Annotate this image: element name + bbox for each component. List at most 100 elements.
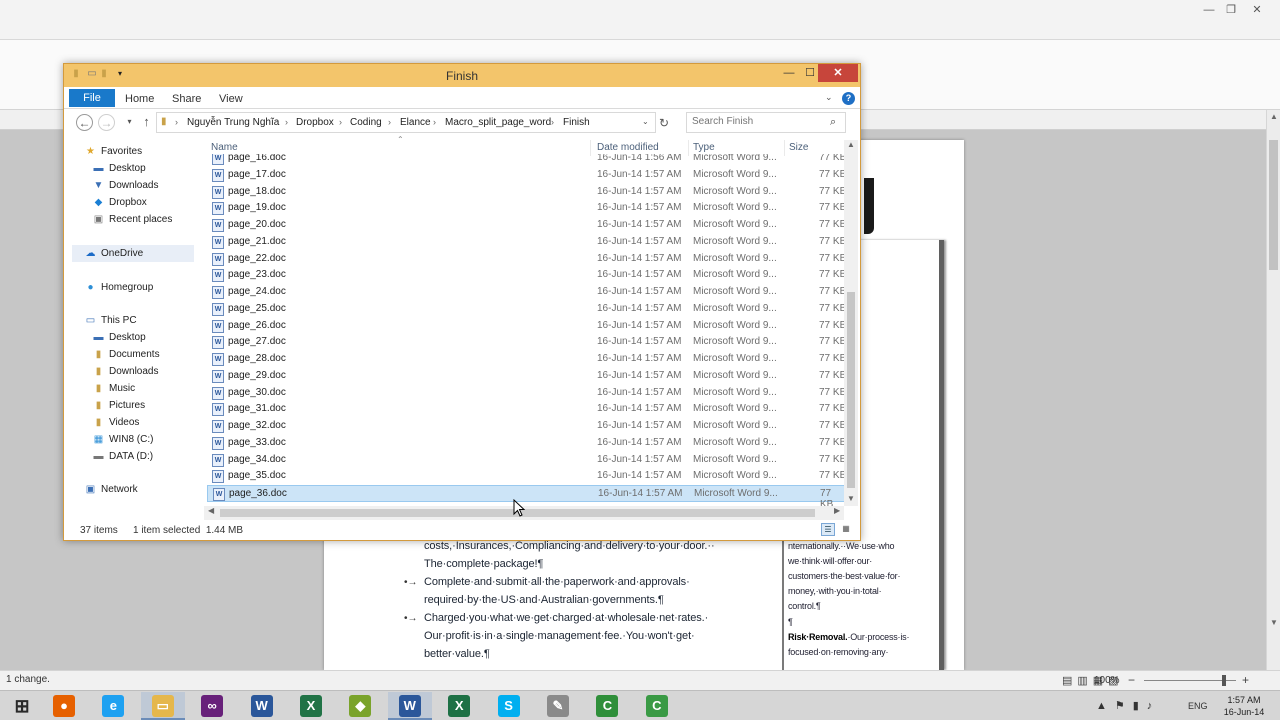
file-row[interactable]: Wpage_21.doc 16-Jun-14 1:57 AM Microsoft W… bbox=[207, 234, 847, 251]
refresh-icon[interactable]: ↻ bbox=[659, 116, 669, 130]
scroll-down-icon[interactable]: ▼ bbox=[1267, 618, 1280, 630]
taskbar-button-visual-studio[interactable]: ∞ bbox=[190, 692, 234, 720]
taskbar-button-camtasia[interactable]: C bbox=[585, 692, 629, 720]
word-restore-button[interactable]: ❐ bbox=[1220, 2, 1242, 18]
file-row[interactable]: Wpage_36.doc 16-Jun-14 1:57 AM Microsoft W… bbox=[207, 485, 847, 506]
address-dropdown-icon[interactable]: ⌄ bbox=[642, 117, 649, 126]
vertical-scroll-thumb[interactable] bbox=[847, 292, 855, 488]
zoom-slider-thumb[interactable] bbox=[1222, 675, 1226, 686]
nav-homegroup[interactable]: ● Homegroup bbox=[84, 280, 153, 296]
scroll-left-icon[interactable]: ◀ bbox=[208, 506, 214, 515]
nav-favorites-desktop[interactable]: ▬ Desktop bbox=[92, 161, 146, 177]
breadcrumb-coding[interactable]: Coding bbox=[350, 117, 382, 128]
tab-view[interactable]: View bbox=[219, 90, 243, 109]
zoom-out-icon[interactable]: − bbox=[1128, 673, 1135, 687]
breadcrumb-separator[interactable]: › bbox=[551, 117, 554, 127]
file-row[interactable]: Wpage_16.doc 16-Jun-14 1:56 AM Microsoft W… bbox=[207, 154, 847, 167]
file-row[interactable]: Wpage_19.doc 16-Jun-14 1:57 AM Microsoft W… bbox=[207, 200, 847, 217]
tab-file[interactable]: File bbox=[69, 89, 115, 107]
file-row[interactable]: Wpage_32.doc 16-Jun-14 1:57 AM Microsoft W… bbox=[207, 418, 847, 435]
column-header-type[interactable]: Type bbox=[693, 142, 715, 153]
file-row[interactable]: Wpage_26.doc 16-Jun-14 1:57 AM Microsoft W… bbox=[207, 318, 847, 335]
file-row[interactable]: Wpage_34.doc 16-Jun-14 1:57 AM Microsoft W… bbox=[207, 452, 847, 469]
file-row[interactable]: Wpage_30.doc 16-Jun-14 1:57 AM Microsoft W… bbox=[207, 385, 847, 402]
taskbar-button-word-active[interactable]: W bbox=[387, 692, 432, 720]
nav-pc-music[interactable]: ▮ Music bbox=[92, 381, 135, 397]
breadcrumb-separator[interactable]: › bbox=[388, 117, 391, 127]
tray-icons[interactable]: ▲⚑▮♪ bbox=[1096, 699, 1160, 712]
maximize-button[interactable]: ☐ bbox=[800, 64, 820, 82]
breadcrumb-dropbox[interactable]: Dropbox bbox=[296, 117, 334, 128]
nav-pc-drive-c[interactable]: ▦ WIN8 (C:) bbox=[92, 432, 154, 448]
search-box[interactable]: ⌕ bbox=[686, 112, 846, 133]
breadcrumb-separator[interactable]: › bbox=[175, 117, 178, 127]
nav-favorites[interactable]: ★ Favorites bbox=[84, 144, 142, 160]
nav-network[interactable]: ▣ Network bbox=[84, 482, 138, 498]
address-bar[interactable]: ▮ › Nguyễn Trung Nghĩa › Dropbox › Codin… bbox=[156, 112, 656, 133]
file-row[interactable]: Wpage_35.doc 16-Jun-14 1:57 AM Microsoft W… bbox=[207, 468, 847, 485]
taskbar-button-word[interactable]: W bbox=[240, 692, 284, 720]
taskbar-button-file-explorer[interactable]: ▭ bbox=[140, 692, 185, 720]
search-icon[interactable]: ⌕ bbox=[830, 116, 836, 129]
recent-locations-icon[interactable]: ▾ bbox=[121, 114, 138, 131]
scroll-up-icon[interactable]: ▲ bbox=[844, 140, 858, 149]
details-view-icon[interactable]: ☰ bbox=[821, 523, 835, 536]
file-row[interactable]: Wpage_29.doc 16-Jun-14 1:57 AM Microsoft W… bbox=[207, 368, 847, 385]
file-row[interactable]: Wpage_28.doc 16-Jun-14 1:57 AM Microsoft W… bbox=[207, 351, 847, 368]
breadcrumb-separator[interactable]: › bbox=[433, 117, 436, 127]
taskbar-button-excel-2[interactable]: X bbox=[437, 692, 481, 720]
taskbar-button-excel[interactable]: X bbox=[289, 692, 333, 720]
column-header-size[interactable]: Size bbox=[789, 142, 808, 153]
scroll-right-icon[interactable]: ▶ bbox=[834, 506, 840, 515]
tab-home[interactable]: Home bbox=[125, 90, 154, 109]
taskbar-button-internet-explorer[interactable]: e bbox=[91, 692, 135, 720]
zoom-in-icon[interactable]: + bbox=[1242, 673, 1249, 687]
breadcrumb-separator[interactable]: › bbox=[339, 117, 342, 127]
input-language[interactable]: ENG bbox=[1188, 701, 1208, 711]
file-row[interactable]: Wpage_27.doc 16-Jun-14 1:57 AM Microsoft W… bbox=[207, 334, 847, 351]
file-row[interactable]: Wpage_31.doc 16-Jun-14 1:57 AM Microsoft W… bbox=[207, 401, 847, 418]
taskbar-button-notepad[interactable]: ✎ bbox=[536, 692, 580, 720]
up-button[interactable]: ↑ bbox=[138, 114, 155, 131]
tab-share[interactable]: Share bbox=[172, 90, 201, 109]
file-row[interactable]: Wpage_18.doc 16-Jun-14 1:57 AM Microsoft W… bbox=[207, 184, 847, 201]
nav-favorites-downloads[interactable]: ▼ Downloads bbox=[92, 178, 159, 194]
nav-pc-desktop[interactable]: ▬ Desktop bbox=[92, 330, 146, 346]
file-row[interactable]: Wpage_20.doc 16-Jun-14 1:57 AM Microsoft W… bbox=[207, 217, 847, 234]
nav-pc-documents[interactable]: ▮ Documents bbox=[92, 347, 160, 363]
clock[interactable]: 1:57 AM 16-Jun-14 bbox=[1216, 694, 1272, 718]
taskbar-button-firefox[interactable]: ● bbox=[42, 692, 86, 720]
back-button[interactable]: ← bbox=[76, 114, 93, 131]
help-icon[interactable]: ? bbox=[842, 92, 855, 105]
minimize-button[interactable]: — bbox=[776, 64, 802, 82]
word-scroll-thumb[interactable] bbox=[1269, 140, 1278, 270]
close-button[interactable]: ✕ bbox=[818, 64, 858, 82]
breadcrumb-user[interactable]: Nguyễn Trung Nghĩa bbox=[187, 117, 279, 128]
file-list-vertical-scrollbar[interactable]: ▲ ▼ bbox=[844, 140, 858, 506]
nav-pc-videos[interactable]: ▮ Videos bbox=[92, 415, 140, 431]
nav-pc-drive-d[interactable]: ▬ DATA (D:) bbox=[92, 449, 154, 465]
nav-onedrive[interactable]: ☁ OneDrive bbox=[84, 246, 144, 262]
file-row[interactable]: Wpage_24.doc 16-Jun-14 1:57 AM Microsoft W… bbox=[207, 284, 847, 301]
nav-this-pc[interactable]: ▭ This PC bbox=[84, 313, 137, 329]
search-input[interactable] bbox=[692, 116, 822, 127]
forward-button[interactable]: → bbox=[98, 114, 115, 131]
column-header-name[interactable]: Name bbox=[211, 142, 238, 153]
taskbar-button-python[interactable]: ◆ bbox=[338, 692, 382, 720]
word-close-button[interactable]: ✕ bbox=[1246, 2, 1268, 18]
file-row[interactable]: Wpage_23.doc 16-Jun-14 1:57 AM Microsoft W… bbox=[207, 267, 847, 284]
scroll-up-icon[interactable]: ▲ bbox=[1267, 112, 1280, 124]
word-minimize-button[interactable]: — bbox=[1198, 2, 1220, 18]
breadcrumb-macro-split-page-word[interactable]: Macro_split_page_word bbox=[445, 117, 551, 128]
nav-pc-downloads[interactable]: ▮ Downloads bbox=[92, 364, 159, 380]
file-row[interactable]: Wpage_17.doc 16-Jun-14 1:57 AM Microsoft W… bbox=[207, 167, 847, 184]
expand-ribbon-icon[interactable]: ⌄ bbox=[825, 92, 833, 103]
nav-favorites-recent-places[interactable]: ▣ Recent places bbox=[92, 212, 173, 228]
nav-favorites-dropbox[interactable]: ◆ Dropbox bbox=[92, 195, 147, 211]
column-header-date-modified[interactable]: Date modified bbox=[597, 142, 659, 153]
word-vertical-scrollbar[interactable]: ▲ ▼ bbox=[1266, 110, 1280, 670]
file-row[interactable]: Wpage_33.doc 16-Jun-14 1:57 AM Microsoft W… bbox=[207, 435, 847, 452]
explorer-title-bar[interactable]: ▮ ▭ ▮ ▾ Finish — ☐ ✕ bbox=[64, 64, 860, 87]
large-icons-view-icon[interactable]: ▦ bbox=[839, 523, 853, 536]
zoom-level[interactable]: 100% bbox=[1094, 675, 1120, 686]
